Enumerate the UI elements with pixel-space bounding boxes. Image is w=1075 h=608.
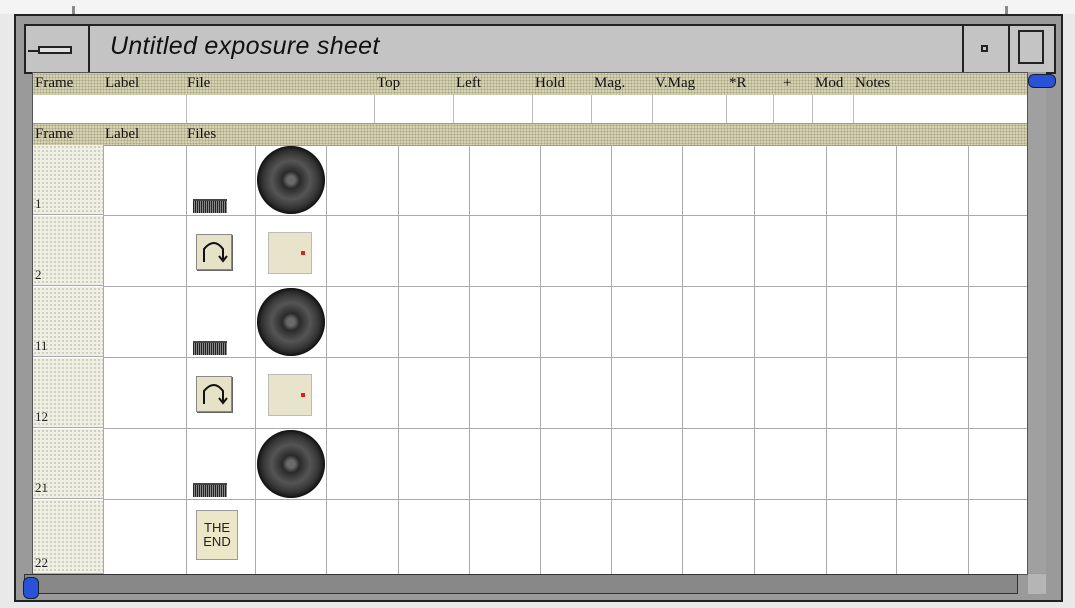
grid-line	[682, 145, 683, 574]
bar-file-icon[interactable]	[193, 483, 227, 497]
wave-file-icon[interactable]	[196, 376, 232, 412]
frame-grid: 1 2 11 12 21 22 THE END	[33, 145, 1027, 574]
sheet-content: Frame Label File Top Left Hold Mag. V.Ma…	[32, 72, 1028, 575]
col-plus[interactable]: +	[783, 75, 791, 92]
horizontal-scroll-thumb[interactable]	[23, 577, 39, 599]
files-header-row: Frame Label Files	[33, 123, 1027, 146]
grid-line	[398, 145, 399, 574]
strip-notch	[1005, 6, 1008, 14]
entry-divider	[773, 95, 774, 123]
col2-files: Files	[187, 126, 217, 142]
col-mag[interactable]: Mag.	[594, 75, 625, 92]
col2-frame: Frame	[35, 126, 74, 142]
grid-line	[754, 145, 755, 574]
exposure-sheet-window: Untitled exposure sheet Frame Label File…	[14, 14, 1063, 602]
entry-divider	[532, 95, 533, 123]
maximize-button[interactable]	[1008, 26, 1054, 72]
grid-line	[896, 145, 897, 574]
minimize-button[interactable]	[962, 26, 1008, 72]
grid-line	[968, 145, 969, 574]
strip-notch	[72, 6, 75, 14]
wave-file-icon[interactable]	[196, 234, 232, 270]
grid-line	[611, 145, 612, 574]
entry-row[interactable]	[33, 95, 1027, 124]
the-end-line1: THE	[204, 520, 230, 535]
frame-cell[interactable]: 12	[33, 358, 103, 428]
window-menu-icon	[28, 46, 72, 54]
frame-number: 22	[35, 555, 48, 570]
grid-line	[326, 145, 327, 574]
col-left[interactable]: Left	[456, 75, 481, 92]
grid-line	[469, 145, 470, 574]
col-vmag[interactable]: V.Mag	[655, 75, 695, 92]
desktop-strip	[0, 0, 1075, 14]
grid-line	[540, 145, 541, 574]
vertical-scrollbar[interactable]	[1028, 72, 1056, 573]
col-mod[interactable]: Mod	[815, 75, 843, 92]
grid-line	[826, 145, 827, 574]
entry-divider	[186, 95, 187, 123]
disc-file-icon[interactable]	[257, 430, 325, 498]
col-top[interactable]: Top	[377, 75, 400, 92]
window-menu-button[interactable]	[26, 26, 90, 72]
dot-file-icon[interactable]	[268, 374, 312, 416]
col2-label: Label	[105, 126, 140, 142]
col-frame[interactable]: Frame	[35, 75, 73, 92]
entry-divider	[853, 95, 854, 123]
the-end-line2: END	[203, 534, 231, 549]
col-notes[interactable]: Notes	[855, 75, 890, 92]
entry-divider	[453, 95, 454, 123]
entry-divider	[652, 95, 653, 123]
resize-corner[interactable]	[1028, 574, 1046, 594]
entry-divider	[726, 95, 727, 123]
the-end-icon[interactable]: THE END	[196, 510, 238, 560]
title-bar[interactable]: Untitled exposure sheet	[24, 24, 1056, 74]
bar-file-icon[interactable]	[193, 341, 227, 355]
frame-cell[interactable]: 1	[33, 145, 103, 215]
bar-file-icon[interactable]	[193, 199, 227, 213]
minimize-icon	[981, 45, 988, 52]
dot-file-icon[interactable]	[268, 232, 312, 274]
col-label[interactable]: Label	[105, 75, 139, 92]
frame-number: 2	[35, 267, 42, 282]
grid-line	[103, 357, 1027, 358]
disc-file-icon[interactable]	[257, 146, 325, 214]
entry-divider	[374, 95, 375, 123]
grid-line	[103, 215, 1027, 216]
frame-number: 21	[35, 480, 48, 495]
entry-divider	[812, 95, 813, 123]
col-hold[interactable]: Hold	[535, 75, 565, 92]
frame-cell[interactable]: 11	[33, 287, 103, 357]
frame-number: 11	[35, 338, 48, 353]
col-file[interactable]: File	[187, 75, 210, 92]
grid-line	[103, 499, 1027, 500]
frame-cell[interactable]: 22	[33, 500, 103, 574]
grid-line	[103, 286, 1027, 287]
horizontal-scrollbar[interactable]	[23, 574, 1018, 599]
frame-cell[interactable]: 21	[33, 429, 103, 499]
disc-file-icon[interactable]	[257, 288, 325, 356]
window-title: Untitled exposure sheet	[110, 32, 380, 60]
entry-divider	[591, 95, 592, 123]
grid-line	[103, 428, 1027, 429]
column-header-row: Frame Label File Top Left Hold Mag. V.Ma…	[33, 73, 1027, 96]
vertical-scroll-thumb[interactable]	[1028, 74, 1056, 88]
grid-line	[103, 145, 104, 574]
frame-cell[interactable]: 2	[33, 216, 103, 286]
grid-line	[255, 145, 256, 574]
grid-line	[186, 145, 187, 574]
maximize-icon	[1018, 30, 1044, 64]
col-r[interactable]: *R	[729, 75, 747, 92]
frame-number: 1	[35, 196, 42, 211]
frame-number: 12	[35, 409, 48, 424]
